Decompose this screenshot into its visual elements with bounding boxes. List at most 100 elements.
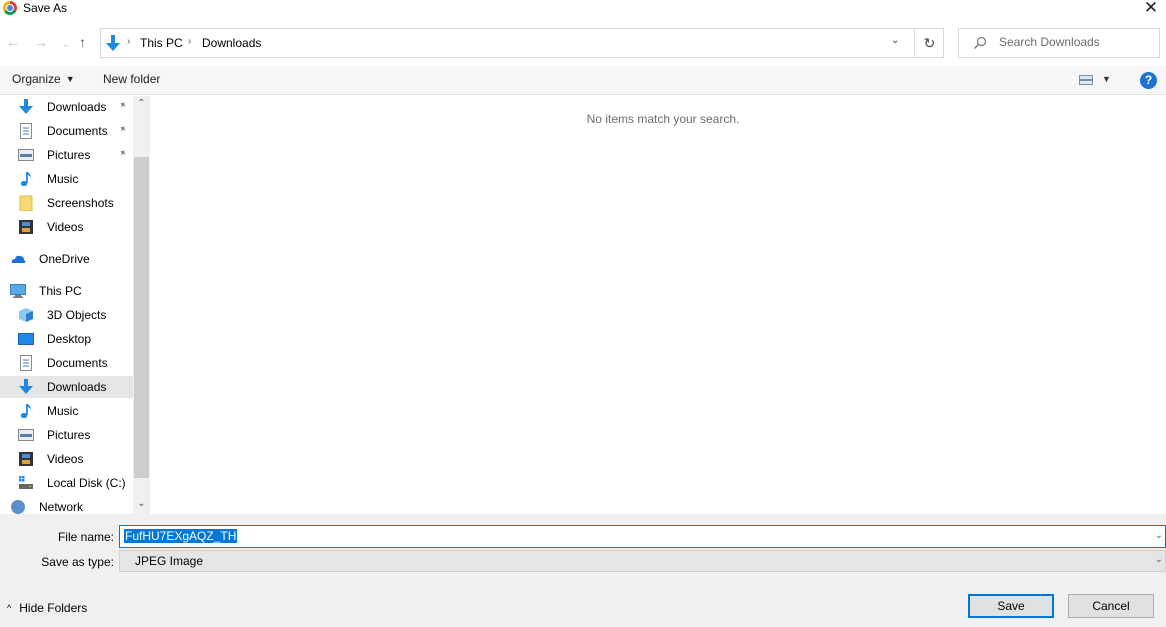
save-as-type-label: Save as type: [41,555,114,569]
window-title: Save As [23,1,68,15]
hide-folders-button[interactable]: ^ Hide Folders [7,601,87,615]
search-box[interactable] [958,28,1160,58]
file-name-dropdown-button[interactable]: ⌄ [1155,530,1163,541]
chevron-down-icon: ▼ [65,74,75,84]
help-button[interactable]: ? [1140,72,1157,89]
scroll-down-button[interactable]: ⌄ [133,496,150,512]
sidebar-item-pictures[interactable]: Pictures [0,424,133,446]
sidebar-item-label: Local Disk (C:) [47,476,126,490]
sidebar-item-desktop[interactable]: Desktop [0,328,133,350]
address-bar[interactable]: › This PC › Downloads ⌄ ↻ [100,28,944,58]
sidebar-item-music[interactable]: Music [0,400,133,422]
sidebar-item-label: Screenshots [47,196,114,210]
sidebar-item-label: Desktop [47,332,92,346]
sidebar-item-label: Documents [47,356,108,370]
3d-objects-icon [18,307,34,323]
address-dropdown-button[interactable]: ⌄ [891,35,899,46]
navigation-bar: ← → ⌄ ↑ › This PC › Downloads ⌄ ↻ [0,27,1166,59]
network-icon [10,499,26,514]
breadcrumb-separator[interactable]: › [127,36,130,47]
sidebar-item-label: Documents [47,124,108,138]
sidebar-item-music[interactable]: Music [0,168,133,190]
music-icon [18,403,34,419]
hide-folders-label: Hide Folders [19,601,88,615]
downloads-icon [106,35,120,51]
pin-icon: ✦ [115,146,129,161]
organize-button[interactable]: Organize ▼ [12,72,75,86]
back-button[interactable]: ← [6,34,20,50]
save-options-panel: File name: FufHU7EXgAQZ_TH ⌄ Save as typ… [0,514,1166,627]
sidebar-item-label: Music [47,172,79,186]
music-icon [18,171,34,187]
sidebar-item-label: Pictures [47,428,91,442]
videos-icon [18,451,34,467]
documents-icon [18,123,34,139]
pin-icon: ✦ [115,98,129,113]
sidebar-item-label: OneDrive [39,252,90,266]
sidebar-item-onedrive[interactable]: OneDrive [0,248,133,270]
sidebar-item-label: This PC [39,284,82,298]
sidebar-item-3d-objects[interactable]: 3D Objects [0,304,133,326]
title-bar: Save As ✕ [0,0,1166,18]
sidebar-item-documents[interactable]: Documents [0,352,133,374]
sidebar-item-videos[interactable]: Videos [0,448,133,470]
pictures-icon [18,427,34,443]
change-view-icon[interactable] [1079,75,1093,85]
chevron-up-icon: ^ [7,603,12,613]
documents-icon [18,355,34,371]
navigation-pane: Downloads ✦ Documents ✦ Pictures ✦ Music Screen… [0,96,150,514]
sidebar-item-documents[interactable]: Documents ✦ [0,120,133,142]
videos-icon [18,219,34,235]
refresh-button[interactable]: ↻ [914,29,944,57]
sidebar-item-local-disk-c[interactable]: Local Disk (C:) [0,472,133,494]
new-folder-button[interactable]: New folder [103,72,160,86]
recent-locations-button[interactable]: ⌄ [62,36,70,52]
command-toolbar: Organize ▼ New folder ▼ ? [0,66,1166,95]
save-button[interactable]: Save [968,594,1054,618]
up-button[interactable]: ↑ [79,34,86,50]
sidebar-item-label: Downloads [47,380,107,394]
scroll-up-button[interactable]: ⌃ [133,96,150,112]
sidebar-item-pictures[interactable]: Pictures ✦ [0,144,133,166]
search-icon [974,36,987,49]
downloads-icon [18,379,34,395]
sidebar-item-label: Downloads [47,100,107,114]
sidebar-item-downloads[interactable]: Downloads ✦ [0,96,133,118]
sidebar-item-label: Pictures [47,148,91,162]
sidebar-item-label: Videos [47,452,84,466]
breadcrumb-downloads[interactable]: Downloads [202,36,261,50]
breadcrumb-separator[interactable]: › [188,36,191,47]
save-as-dialog: Save As ✕ ← → ⌄ ↑ › This PC › Downloads … [0,0,1166,627]
downloads-icon [18,99,34,115]
close-button[interactable]: ✕ [1140,0,1162,18]
save-as-type-select[interactable]: JPEG Image ⌄ [119,550,1166,572]
sidebar-item-label: Music [47,404,79,418]
pin-icon: ✦ [115,122,129,137]
file-name-field[interactable]: FufHU7EXgAQZ_TH ⌄ [119,525,1166,548]
sidebar-item-videos[interactable]: Videos [0,216,133,238]
sidebar-item-network[interactable]: Network [0,496,133,514]
sidebar-item-this-pc[interactable]: This PC [0,280,133,302]
chrome-icon [3,1,17,15]
cancel-button[interactable]: Cancel [1068,594,1154,618]
search-input[interactable] [999,35,1149,49]
scrollbar-thumb[interactable] [134,157,149,478]
sidebar-item-label: Videos [47,220,84,234]
this-pc-icon [10,283,26,299]
chevron-down-icon: ⌄ [1154,554,1163,565]
local-disk-icon [18,475,34,491]
sidebar-item-label: Network [39,500,84,514]
navigation-pane-scrollbar[interactable]: ⌃ ⌄ [133,96,150,514]
empty-message: No items match your search. [586,112,740,126]
pictures-icon [18,147,34,163]
file-list-area[interactable]: No items match your search. [150,96,1166,514]
breadcrumb-this-pc[interactable]: This PC [140,36,183,50]
forward-button[interactable]: → [34,34,48,50]
save-as-type-value: JPEG Image [135,554,204,568]
file-name-value[interactable]: FufHU7EXgAQZ_TH [124,529,238,543]
view-options-dropdown[interactable]: ▼ [1102,74,1111,84]
sidebar-item-screenshots[interactable]: Screenshots [0,192,133,214]
folder-icon [18,195,34,212]
sidebar-item-downloads[interactable]: Downloads [0,376,133,398]
sidebar-item-label: 3D Objects [47,308,107,322]
